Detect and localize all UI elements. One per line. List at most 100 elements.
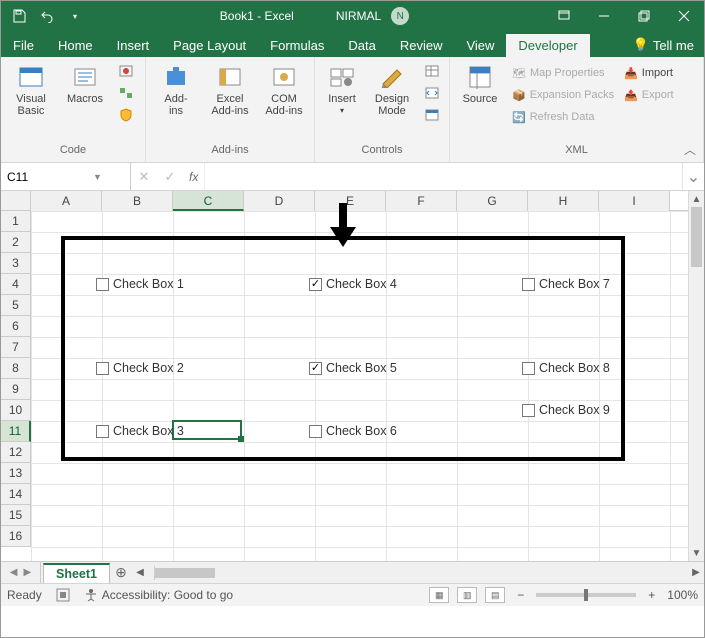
com-addins-button[interactable]: COM Add-ins <box>260 61 308 117</box>
tab-review[interactable]: Review <box>388 34 455 57</box>
hscroll-thumb[interactable] <box>155 568 215 578</box>
row-header-14[interactable]: 14 <box>1 484 31 505</box>
row-header-10[interactable]: 10 <box>1 400 31 421</box>
formula-input[interactable] <box>204 163 682 190</box>
checkbox-input[interactable] <box>522 404 535 417</box>
row-header-13[interactable]: 13 <box>1 463 31 484</box>
col-header-G[interactable]: G <box>457 191 528 211</box>
checkbox-1[interactable]: Check Box 1 <box>96 277 184 291</box>
checkbox-input[interactable]: ✓ <box>309 278 322 291</box>
scroll-left-icon[interactable]: ◀ <box>132 567 148 578</box>
name-box[interactable]: ▼ <box>1 163 131 190</box>
row-header-15[interactable]: 15 <box>1 505 31 526</box>
checkbox-9[interactable]: Check Box 9 <box>522 403 610 417</box>
formula-expand-icon[interactable]: ⌄ <box>682 163 704 190</box>
checkbox-input[interactable] <box>522 362 535 375</box>
zoom-level[interactable]: 100% <box>667 588 698 602</box>
design-mode-button[interactable]: Design Mode <box>369 61 415 117</box>
row-header-12[interactable]: 12 <box>1 442 31 463</box>
tab-view[interactable]: View <box>454 34 506 57</box>
checkbox-input[interactable] <box>96 425 109 438</box>
visual-basic-button[interactable]: Visual Basic <box>7 61 55 117</box>
col-header-F[interactable]: F <box>386 191 457 211</box>
row-header-1[interactable]: 1 <box>1 211 31 232</box>
checkbox-3[interactable]: Check Box 3 <box>96 424 184 438</box>
tab-page-layout[interactable]: Page Layout <box>161 34 258 57</box>
page-layout-view-button[interactable]: ▥ <box>457 587 477 603</box>
checkbox-input[interactable] <box>522 278 535 291</box>
checkbox-input[interactable] <box>96 278 109 291</box>
zoom-slider[interactable] <box>536 593 636 597</box>
tab-insert[interactable]: Insert <box>105 34 162 57</box>
row-header-2[interactable]: 2 <box>1 232 31 253</box>
col-header-C[interactable]: C <box>173 191 244 211</box>
restore-button[interactable] <box>624 1 664 31</box>
row-header-3[interactable]: 3 <box>1 253 31 274</box>
normal-view-button[interactable]: ▦ <box>429 587 449 603</box>
expansion-packs-button[interactable]: 📦Expansion Packs <box>510 85 616 105</box>
xml-source-button[interactable]: Source <box>456 61 504 105</box>
row-header-6[interactable]: 6 <box>1 316 31 337</box>
view-code-button[interactable] <box>421 83 443 103</box>
tab-developer[interactable]: Developer <box>506 34 589 57</box>
tab-formulas[interactable]: Formulas <box>258 34 336 57</box>
zoom-out-button[interactable]: − <box>513 588 528 602</box>
checkbox-5[interactable]: ✓Check Box 5 <box>309 361 397 375</box>
checkbox-8[interactable]: Check Box 8 <box>522 361 610 375</box>
tab-file[interactable]: File <box>1 34 46 57</box>
row-header-11[interactable]: 11 <box>1 421 31 442</box>
close-button[interactable] <box>664 1 704 31</box>
undo-icon[interactable] <box>37 6 57 26</box>
checkbox-input[interactable] <box>309 425 322 438</box>
qat-dropdown-icon[interactable]: ▾ <box>65 6 85 26</box>
checkbox-7[interactable]: Check Box 7 <box>522 277 610 291</box>
checkbox-input[interactable] <box>96 362 109 375</box>
chevron-down-icon[interactable]: ▼ <box>93 172 102 182</box>
properties-button[interactable] <box>421 61 443 81</box>
tell-me[interactable]: 💡 Tell me <box>623 33 704 57</box>
vertical-scrollbar[interactable]: ▲ ▼ <box>688 191 704 561</box>
new-sheet-button[interactable]: ⊕ <box>110 562 132 583</box>
collapse-ribbon-icon[interactable]: ︿ <box>684 141 696 158</box>
row-header-7[interactable]: 7 <box>1 337 31 358</box>
map-properties-button[interactable]: 🗺Map Properties <box>510 63 616 83</box>
col-header-H[interactable]: H <box>528 191 599 211</box>
row-header-16[interactable]: 16 <box>1 526 31 547</box>
col-header-D[interactable]: D <box>244 191 315 211</box>
col-header-I[interactable]: I <box>599 191 670 211</box>
prev-sheet-icon[interactable]: ◀ <box>10 567 18 578</box>
zoom-in-button[interactable]: + <box>644 588 659 602</box>
save-icon[interactable] <box>9 6 29 26</box>
tab-home[interactable]: Home <box>46 34 105 57</box>
name-box-input[interactable] <box>7 170 87 184</box>
import-button[interactable]: 📥Import <box>622 63 676 83</box>
checkbox-4[interactable]: ✓Check Box 4 <box>309 277 397 291</box>
sheet-nav[interactable]: ◀▶ <box>1 562 41 583</box>
horizontal-scrollbar[interactable]: ◀ ▶ <box>132 562 704 583</box>
addins-button[interactable]: Add- ins <box>152 61 200 117</box>
page-break-view-button[interactable]: ▤ <box>485 587 505 603</box>
macros-button[interactable]: Macros <box>61 61 109 105</box>
macro-record-status-icon[interactable] <box>56 588 70 602</box>
minimize-button[interactable] <box>584 1 624 31</box>
tab-data[interactable]: Data <box>336 34 387 57</box>
avatar[interactable]: N <box>391 7 409 25</box>
row-header-4[interactable]: 4 <box>1 274 31 295</box>
export-button[interactable]: 📤Export <box>622 85 676 105</box>
relative-ref-button[interactable] <box>115 83 137 103</box>
row-header-9[interactable]: 9 <box>1 379 31 400</box>
ribbon-options-icon[interactable] <box>544 1 584 31</box>
vscroll-thumb[interactable] <box>691 207 702 267</box>
insert-control-button[interactable]: Insert ▾ <box>321 61 363 116</box>
refresh-data-button[interactable]: 🔄Refresh Data <box>510 107 616 127</box>
col-header-A[interactable]: A <box>31 191 102 211</box>
checkbox-input[interactable]: ✓ <box>309 362 322 375</box>
accessibility-status[interactable]: Accessibility: Good to go <box>102 588 233 602</box>
sheet-tab-1[interactable]: Sheet1 <box>43 563 110 583</box>
fx-icon[interactable]: fx <box>183 170 204 184</box>
enter-formula-icon[interactable]: ✓ <box>157 169 183 185</box>
next-sheet-icon[interactable]: ▶ <box>24 567 32 578</box>
record-macro-button[interactable] <box>115 61 137 81</box>
checkbox-2[interactable]: Check Box 2 <box>96 361 184 375</box>
excel-addins-button[interactable]: Excel Add-ins <box>206 61 254 117</box>
